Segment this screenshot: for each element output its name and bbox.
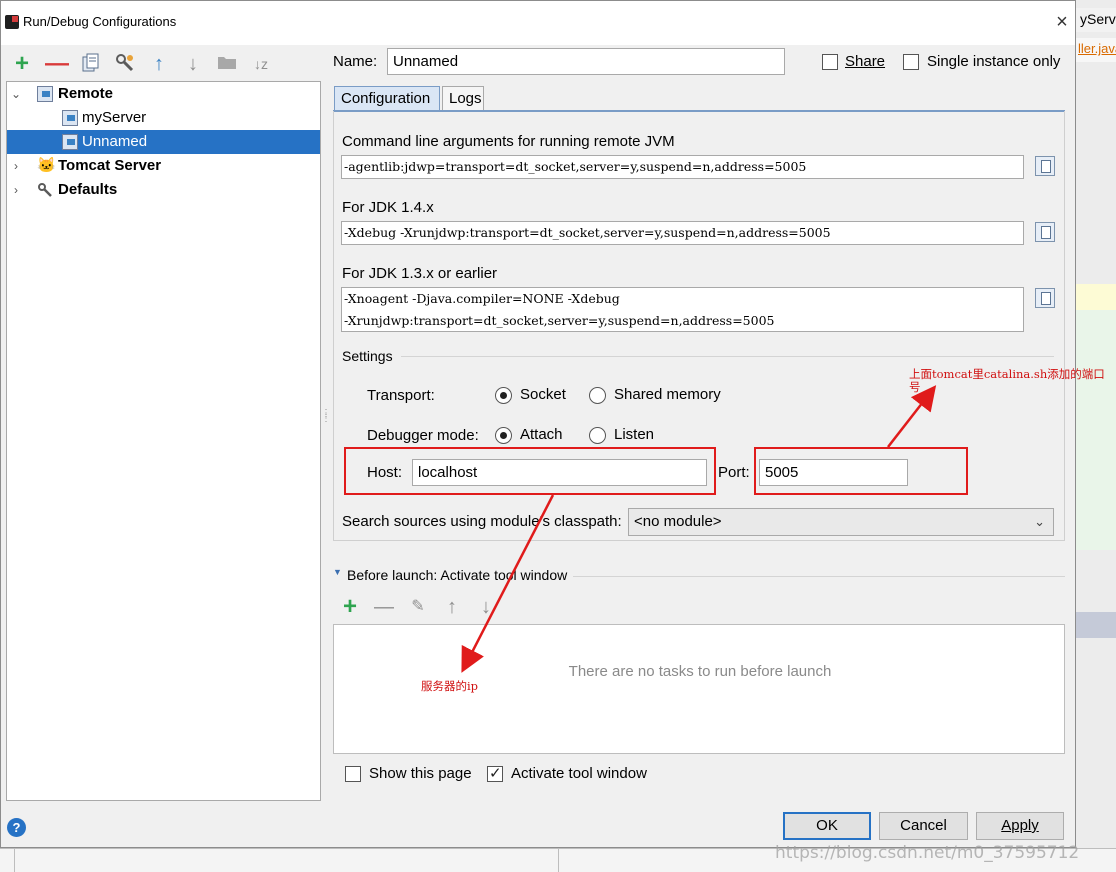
host-arrow bbox=[461, 494, 555, 673]
watermark: https://blog.csdn.net/m0_37595712 bbox=[775, 843, 1080, 863]
port-annotation: 上面tomcat里catalina.sh添加的端口号 bbox=[909, 367, 1105, 394]
host-annotation: 服务器的ip bbox=[421, 679, 479, 693]
port-arrow bbox=[887, 385, 937, 448]
annotation-arrows bbox=[461, 385, 937, 673]
